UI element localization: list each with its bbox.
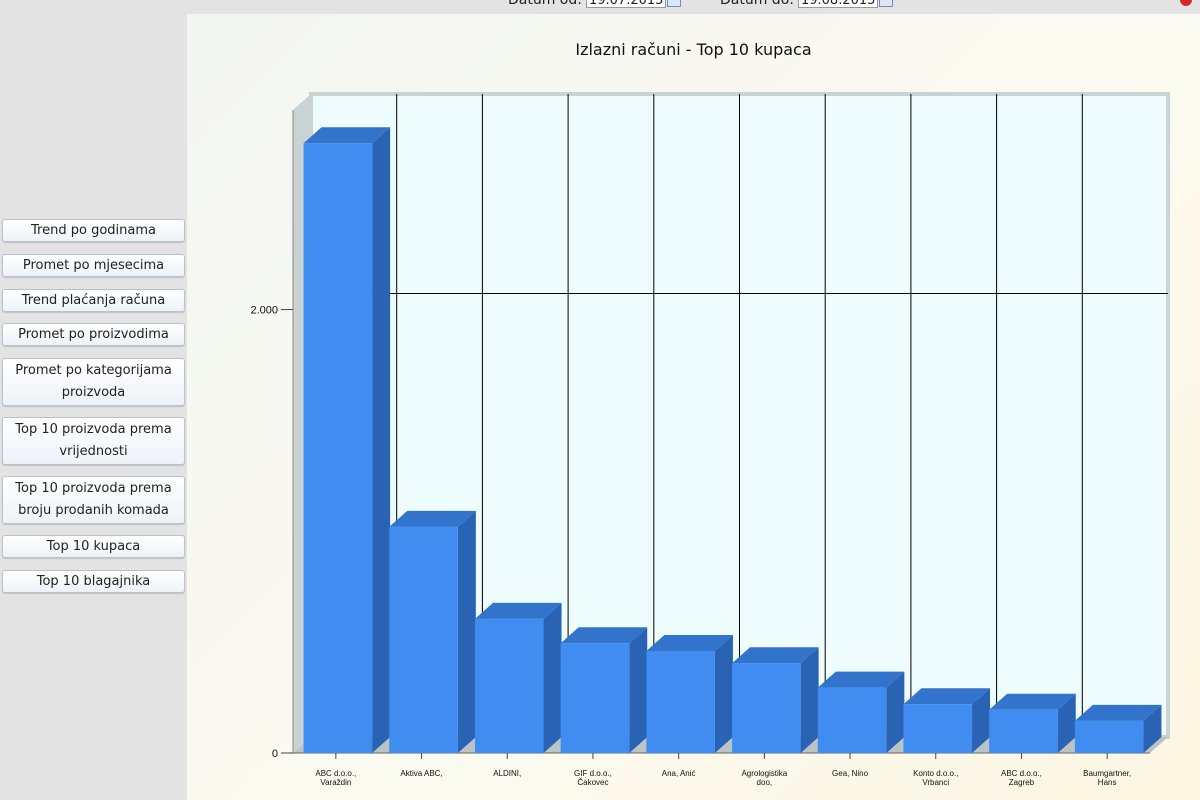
bar <box>303 143 373 754</box>
x-tick-label: Baumgartner, Hans <box>1083 769 1131 787</box>
x-tick-label-line: Čakovec <box>577 778 608 787</box>
x-tick-label: Gea, Nino <box>832 769 869 778</box>
x-tick-label-line: Vrbanci <box>922 778 949 787</box>
x-tick-label-line: Zagreb <box>1009 778 1035 787</box>
x-tick-label-line: Baumgartner, <box>1083 769 1131 778</box>
y-tick-label: 0 <box>272 748 278 760</box>
x-tick-label: Ana, Anić <box>662 769 696 778</box>
bar <box>732 663 801 753</box>
bar-side <box>714 635 733 753</box>
x-tick-label: Agrologistika doo, <box>741 769 787 787</box>
x-tick-label-line: ABC d.o.o., <box>1001 769 1042 778</box>
x-tick-label-line: Aktiva ABC, <box>400 769 442 778</box>
bar-side <box>629 627 648 753</box>
x-tick-label-line: Gea, Nino <box>832 769 869 778</box>
bar-side <box>543 602 562 753</box>
x-tick-label-line: Agrologistika <box>741 769 787 778</box>
x-tick-label-line: doo, <box>757 778 773 787</box>
bar <box>817 687 887 753</box>
bar <box>474 618 544 753</box>
bar-side <box>372 127 391 754</box>
bar-chart: 02.000ABC d.o.o., VaraždinAktiva ABC, ALDI… <box>250 92 1170 787</box>
bar <box>560 643 630 753</box>
bar <box>989 709 1058 753</box>
x-tick-label-line: Varaždin <box>320 778 351 787</box>
bar <box>1074 720 1144 753</box>
x-tick-label: ALDINI, <box>493 769 521 778</box>
x-tick-label-line: ABC d.o.o., <box>315 769 356 778</box>
x-tick-label-line: Hans <box>1098 778 1117 787</box>
x-tick-label-line: GIF d.o.o., <box>574 769 612 778</box>
x-tick-label: ABC d.o.o., Zagreb <box>1001 769 1042 787</box>
bar <box>903 704 973 753</box>
x-tick-label: Konto d.o.o., Vrbanci <box>913 769 958 787</box>
x-tick-label-line: ALDINI, <box>493 769 521 778</box>
bar <box>646 651 715 753</box>
x-tick-label-line: Konto d.o.o., <box>913 769 958 778</box>
y-tick-label: 2.000 <box>250 305 278 317</box>
x-tick-label: ABC d.o.o., Varaždin <box>315 769 356 787</box>
x-tick-label: Aktiva ABC, <box>400 769 442 778</box>
x-tick-label: GIF d.o.o., Čakovec <box>574 769 612 787</box>
bar-side <box>800 647 819 753</box>
bar-side <box>457 510 476 753</box>
x-tick-label-line: Ana, Anić <box>662 769 696 778</box>
bar <box>389 526 458 753</box>
